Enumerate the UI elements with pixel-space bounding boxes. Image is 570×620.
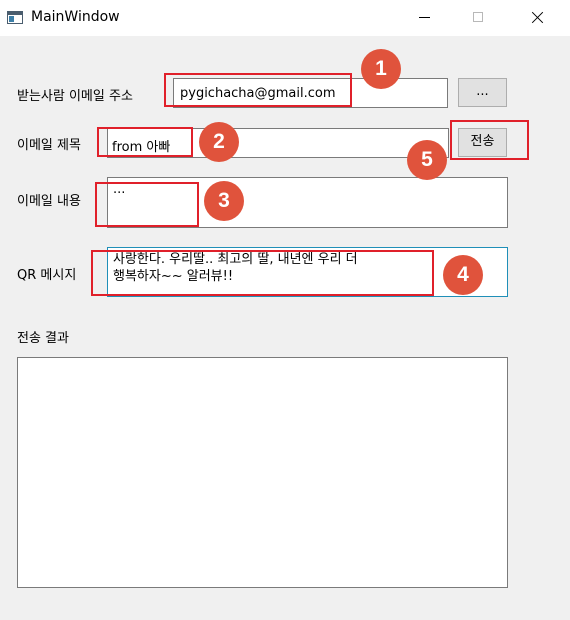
close-icon[interactable] (514, 0, 560, 36)
browse-button[interactable]: ... (458, 78, 507, 107)
annotation-badge-5: 5 (407, 140, 447, 180)
subject-label: 이메일 제목 (17, 138, 81, 153)
title-bar: MainWindow (0, 0, 570, 36)
maximize-icon[interactable] (456, 0, 502, 36)
window-title: MainWindow (31, 9, 120, 25)
highlight-box-send (450, 120, 529, 160)
highlight-box-qr (91, 250, 434, 296)
app-window-icon (7, 11, 23, 24)
highlight-box-recipient (164, 73, 352, 107)
highlight-box-body (95, 182, 199, 227)
qr-label: QR 메시지 (17, 268, 77, 283)
recipient-label: 받는사람 이메일 주소 (17, 89, 133, 104)
annotation-badge-1: 1 (361, 49, 401, 89)
result-text-area[interactable] (17, 357, 508, 588)
minimize-icon[interactable] (402, 0, 448, 36)
body-label: 이메일 내용 (17, 194, 81, 209)
result-label: 전송 결과 (17, 331, 69, 346)
annotation-badge-3: 3 (204, 181, 244, 221)
annotation-badge-2: 2 (199, 122, 239, 162)
annotation-badge-4: 4 (443, 255, 483, 295)
highlight-box-subject (97, 127, 193, 157)
